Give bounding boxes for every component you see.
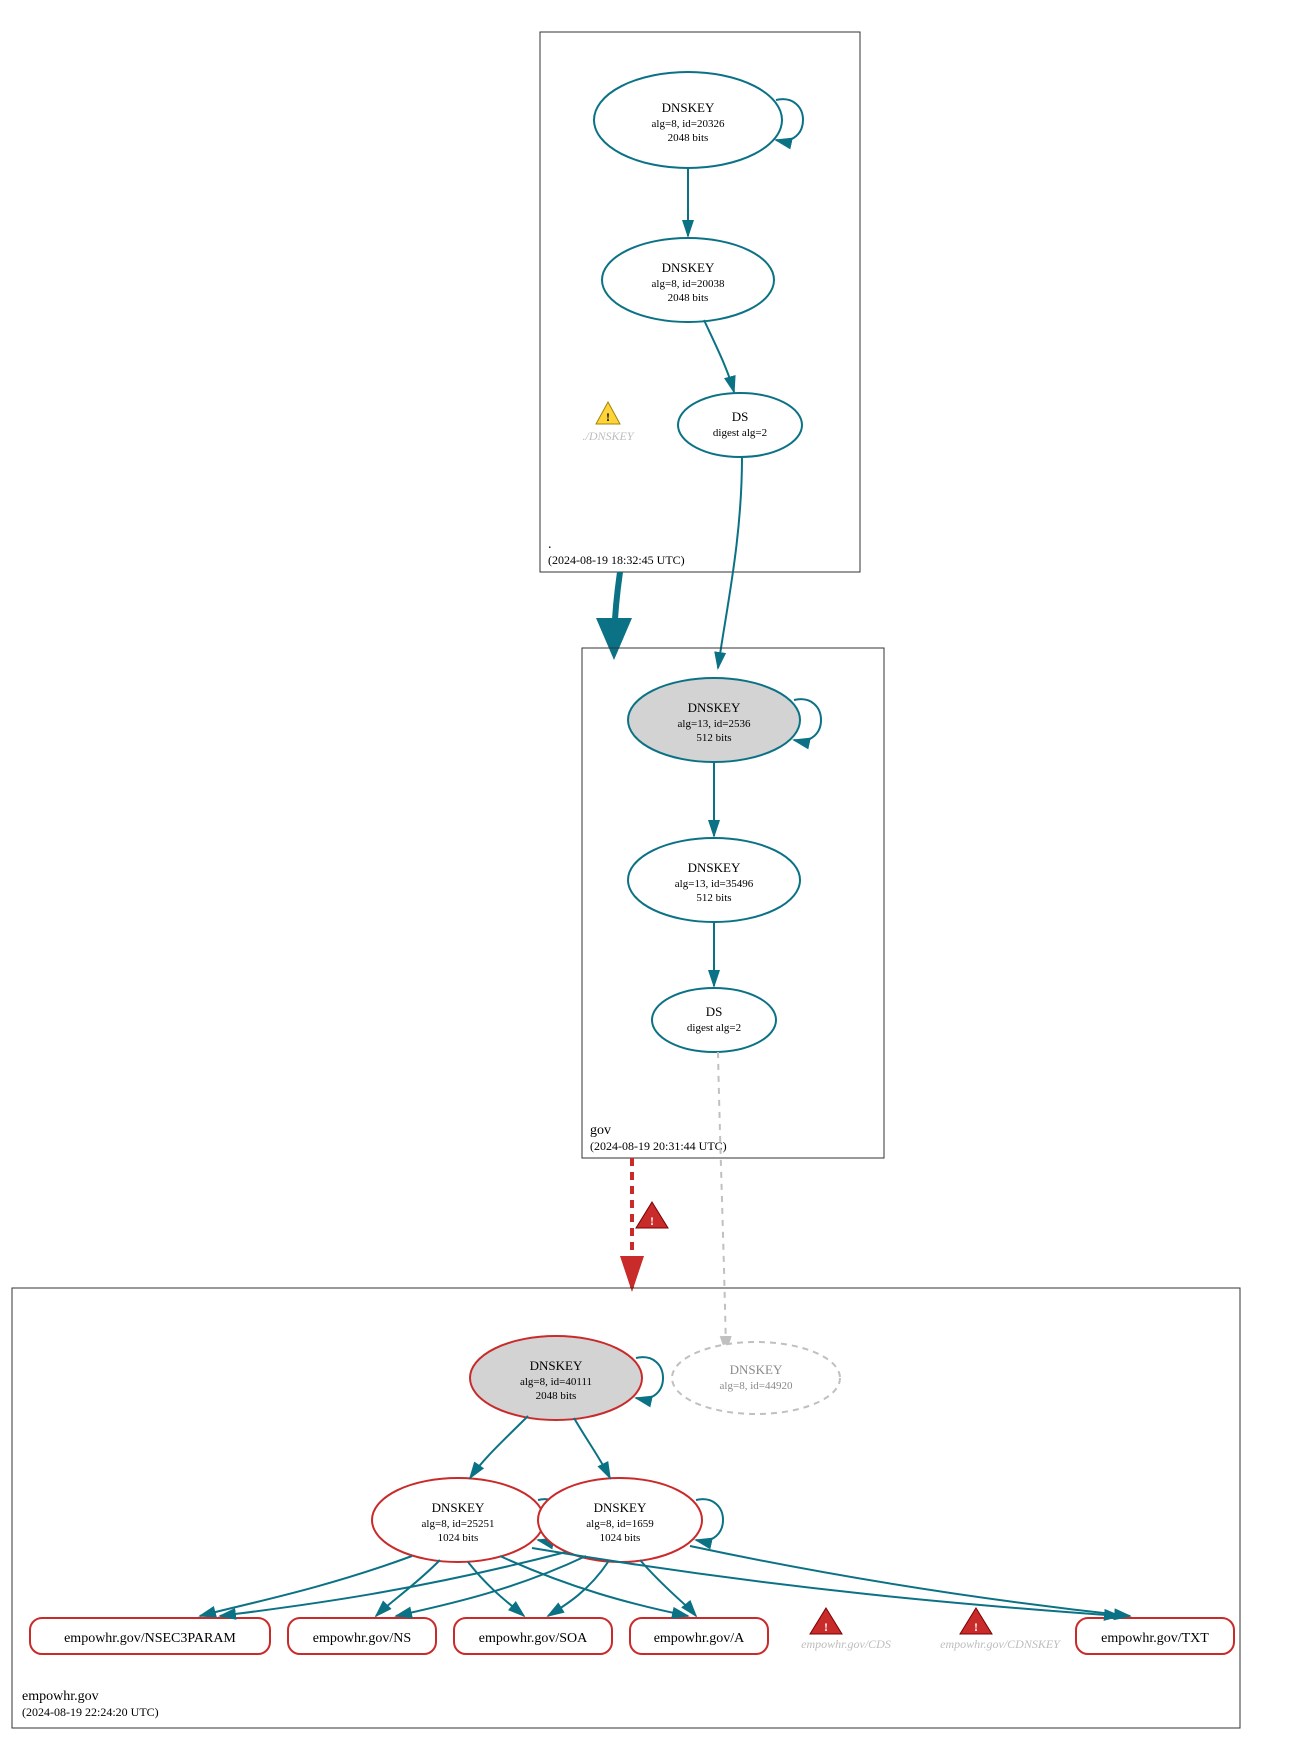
svg-text:DNSKEY: DNSKEY (662, 260, 715, 275)
zone-root-label: . (548, 537, 552, 552)
svg-text:alg=8, id=20326: alg=8, id=20326 (652, 118, 725, 130)
svg-text:alg=8, id=25251: alg=8, id=25251 (422, 1518, 495, 1530)
svg-text:2048 bits: 2048 bits (668, 292, 709, 304)
zone-gov: gov (2024-08-19 20:31:44 UTC) DNSKEY alg… (582, 648, 884, 1158)
node-root-zsk[interactable]: DNSKEY alg=8, id=20038 2048 bits (602, 238, 774, 322)
svg-text:512 bits: 512 bits (696, 732, 731, 744)
svg-text:alg=8, id=44920: alg=8, id=44920 (720, 1380, 793, 1392)
node-root-ksk[interactable]: DNSKEY alg=8, id=20326 2048 bits (594, 72, 782, 168)
zone-empowhr: empowhr.gov (2024-08-19 22:24:20 UTC) DN… (12, 1288, 1240, 1728)
svg-text:512 bits: 512 bits (696, 892, 731, 904)
svg-text:!: ! (650, 1214, 654, 1228)
svg-text:(2024-08-19 22:24:20 UTC): (2024-08-19 22:24:20 UTC) (22, 1705, 159, 1719)
svg-text:alg=8, id=20038: alg=8, id=20038 (652, 278, 725, 290)
rr-a[interactable]: empowhr.gov/A (630, 1618, 768, 1654)
svg-text:DNSKEY: DNSKEY (530, 1358, 583, 1373)
node-empowhr-ksk[interactable]: DNSKEY alg=8, id=40111 2048 bits (470, 1336, 642, 1420)
error-missing-cdnskey[interactable]: ! empowhr.gov/CDNSKEY (940, 1608, 1061, 1651)
svg-text:alg=13, id=2536: alg=13, id=2536 (678, 718, 751, 730)
svg-text:alg=8, id=1659: alg=8, id=1659 (586, 1518, 654, 1530)
node-gov-ksk[interactable]: DNSKEY alg=13, id=2536 512 bits (628, 678, 800, 762)
node-root-ds[interactable]: DS digest alg=2 (678, 393, 802, 457)
svg-text:1024 bits: 1024 bits (600, 1532, 641, 1544)
svg-text:DNSKEY: DNSKEY (730, 1362, 783, 1377)
delegation-root-to-gov (614, 572, 620, 648)
rr-txt[interactable]: empowhr.gov/TXT (1076, 1618, 1234, 1654)
svg-text:alg=8, id=40111: alg=8, id=40111 (520, 1376, 592, 1388)
node-empowhr-zsk-1659[interactable]: DNSKEY alg=8, id=1659 1024 bits (538, 1478, 702, 1562)
rr-soa[interactable]: empowhr.gov/SOA (454, 1618, 612, 1654)
svg-text:empowhr.gov: empowhr.gov (22, 1689, 99, 1704)
svg-text:digest alg=2: digest alg=2 (713, 427, 767, 439)
edge-govds-to-ghost (718, 1052, 726, 1352)
svg-text:DNSKEY: DNSKEY (432, 1500, 485, 1515)
svg-text:empowhr.gov/TXT: empowhr.gov/TXT (1101, 1631, 1209, 1646)
svg-text:DS: DS (706, 1004, 723, 1019)
svg-text:DS: DS (732, 409, 749, 424)
node-gov-zsk[interactable]: DNSKEY alg=13, id=35496 512 bits (628, 838, 800, 922)
svg-text:!: ! (974, 1620, 978, 1634)
svg-text:!: ! (606, 410, 610, 424)
node-gov-ds[interactable]: DS digest alg=2 (652, 988, 776, 1052)
node-empowhr-ghost-key[interactable]: DNSKEY alg=8, id=44920 (672, 1342, 840, 1414)
error-delegation-icon[interactable]: ! (636, 1202, 668, 1228)
svg-text:./DNSKEY: ./DNSKEY (582, 429, 634, 443)
svg-text:(2024-08-19 20:31:44 UTC): (2024-08-19 20:31:44 UTC) (590, 1139, 727, 1153)
zone-root-time: (2024-08-19 18:32:45 UTC) (548, 553, 685, 567)
svg-text:empowhr.gov/SOA: empowhr.gov/SOA (479, 1631, 588, 1646)
svg-text:DNSKEY: DNSKEY (662, 100, 715, 115)
edge-rootds-to-govksk (718, 457, 742, 668)
zone-root: . (2024-08-19 18:32:45 UTC) DNSKEY alg=8… (540, 32, 860, 572)
svg-text:empowhr.gov/NSEC3PARAM: empowhr.gov/NSEC3PARAM (64, 1631, 236, 1646)
svg-text:2048 bits: 2048 bits (536, 1390, 577, 1402)
svg-text:1024 bits: 1024 bits (438, 1532, 479, 1544)
svg-text:DNSKEY: DNSKEY (688, 860, 741, 875)
warning-root-dnskey[interactable]: ! ./DNSKEY (582, 402, 634, 443)
svg-text:digest alg=2: digest alg=2 (687, 1022, 741, 1034)
delegation-gov-to-empowhr: ! (632, 1158, 668, 1288)
dnssec-graph: . (2024-08-19 18:32:45 UTC) DNSKEY alg=8… (0, 0, 1295, 1758)
svg-text:2048 bits: 2048 bits (668, 132, 709, 144)
svg-text:empowhr.gov/CDNSKEY: empowhr.gov/CDNSKEY (940, 1637, 1061, 1651)
svg-text:empowhr.gov/NS: empowhr.gov/NS (313, 1631, 411, 1646)
rr-nsec3param[interactable]: empowhr.gov/NSEC3PARAM (30, 1618, 270, 1654)
rr-ns[interactable]: empowhr.gov/NS (288, 1618, 436, 1654)
svg-text:!: ! (824, 1620, 828, 1634)
zone-gov-label: gov (590, 1123, 611, 1138)
svg-text:DNSKEY: DNSKEY (688, 700, 741, 715)
node-empowhr-zsk-25251[interactable]: DNSKEY alg=8, id=25251 1024 bits (372, 1478, 544, 1562)
svg-text:empowhr.gov/A: empowhr.gov/A (654, 1631, 745, 1646)
svg-text:alg=13, id=35496: alg=13, id=35496 (675, 878, 754, 890)
svg-text:empowhr.gov/CDS: empowhr.gov/CDS (801, 1637, 891, 1651)
error-missing-cds[interactable]: ! empowhr.gov/CDS (801, 1608, 891, 1651)
svg-text:DNSKEY: DNSKEY (594, 1500, 647, 1515)
